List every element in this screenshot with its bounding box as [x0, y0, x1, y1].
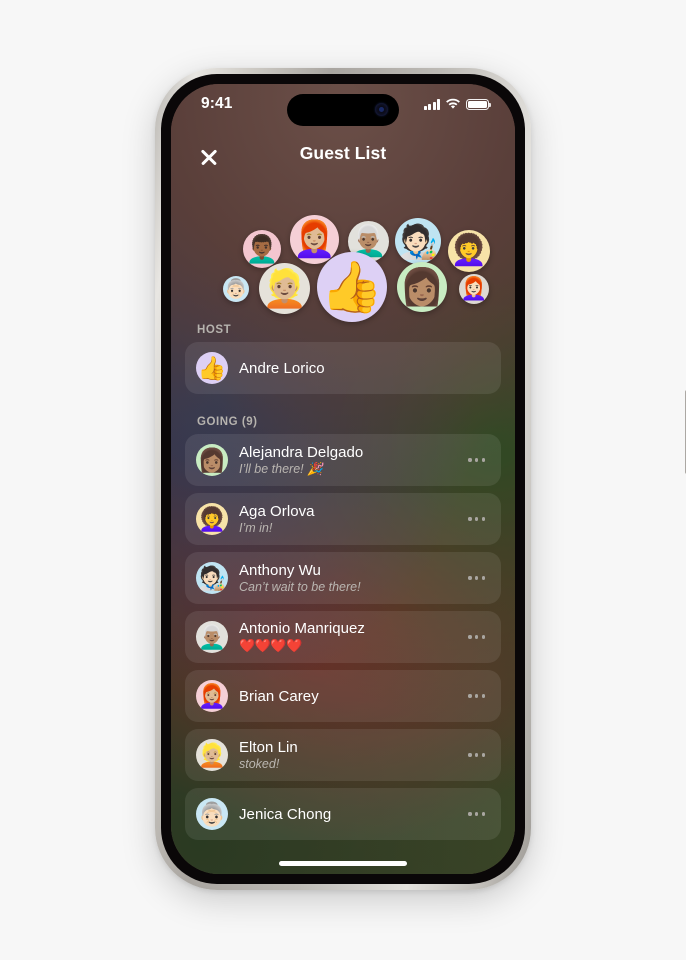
- page-title: Guest List: [299, 143, 387, 163]
- avatar: 👍: [196, 352, 228, 384]
- avatar-emoji: 👩‍🦱: [450, 234, 488, 267]
- avatar: 👩‍🦱: [196, 503, 228, 535]
- more-options-icon[interactable]: [468, 576, 485, 580]
- avatar: 👱🏼: [196, 739, 228, 771]
- guest-name: Brian Carey: [239, 687, 319, 705]
- guest-row[interactable]: 👩‍🦱 Aga Orlova I’m in!: [185, 493, 501, 545]
- avatar-cluster-1[interactable]: 👨🏾‍🦱: [243, 230, 281, 268]
- screenshot-stage: 9:41 Guest List: [0, 0, 686, 960]
- host-section-label: HOST: [197, 324, 232, 336]
- iphone-device-frame: 9:41 Guest List: [155, 68, 686, 890]
- guest-name: Aga Orlova: [239, 503, 315, 520]
- avatar-cluster-7[interactable]: 👱🏼: [259, 263, 310, 314]
- avatar-emoji: 👵🏻: [224, 278, 248, 300]
- avatar-emoji: 👩🏽: [399, 266, 445, 307]
- guest-text: Antonio Manriquez ❤️❤️❤️❤️: [239, 620, 468, 654]
- guest-text: Jenica Chong: [239, 806, 468, 823]
- avatar-cluster-10[interactable]: 👩🏻‍🦰: [459, 274, 489, 304]
- avatar: 👨🏽‍🦳: [196, 621, 228, 653]
- navigation-bar: Guest List: [171, 140, 515, 176]
- guest-rsvp-message: stoked!: [239, 757, 280, 771]
- guest-text: Elton Lin stoked!: [239, 739, 468, 771]
- more-options-icon[interactable]: [468, 753, 485, 757]
- avatar-emoji: 👨🏽‍🦳: [197, 623, 227, 650]
- guest-name: Jenica Chong: [239, 805, 332, 823]
- avatar: 👩🏼‍🦰: [196, 680, 228, 712]
- avatar-emoji: 👩‍🦱: [197, 505, 227, 532]
- more-options-icon[interactable]: [468, 694, 485, 698]
- guest-text: Aga Orlova I’m in!: [239, 503, 468, 535]
- avatar-emoji: 👩🏼‍🦰: [197, 682, 227, 709]
- guest-list-content[interactable]: HOST 👍 Andre Lorico GOING (9) 👩🏽 Alejandr…: [171, 324, 515, 874]
- avatar-emoji: 👩🏽: [197, 446, 227, 473]
- more-options-icon[interactable]: [468, 517, 485, 521]
- going-section-label: GOING (9): [197, 416, 258, 428]
- guest-rsvp-message: ❤️❤️❤️❤️: [239, 638, 302, 653]
- battery-full-icon: [466, 98, 491, 110]
- more-options-icon[interactable]: [468, 812, 485, 816]
- avatar: 🧑🏻‍🎨: [196, 562, 228, 594]
- guest-row[interactable]: 👩🏼‍🦰 Brian Carey: [185, 670, 501, 722]
- more-options-icon[interactable]: [468, 458, 485, 462]
- avatar-cluster-9[interactable]: 👩🏽: [397, 262, 447, 312]
- avatar-emoji: 🧑🏻‍🎨: [397, 222, 439, 260]
- guest-row[interactable]: 👨🏽‍🦳 Antonio Manriquez ❤️❤️❤️❤️: [185, 611, 501, 663]
- guest-row[interactable]: 🧑🏻‍🎨 Anthony Wu Can’t wait to be there!: [185, 552, 501, 604]
- guest-name: Elton Lin: [239, 739, 298, 756]
- guest-text: Anthony Wu Can’t wait to be there!: [239, 562, 468, 594]
- avatar-emoji: 👩🏻‍🦰: [460, 276, 488, 301]
- avatar-emoji: 👩🏼‍🦰: [292, 220, 337, 259]
- guest-name: Antonio Manriquez: [239, 620, 365, 637]
- guest-row[interactable]: 👵🏻 Jenica Chong: [185, 788, 501, 840]
- device-bezel: 9:41 Guest List: [161, 74, 525, 884]
- guest-row[interactable]: 👱🏼 Elton Lin stoked!: [185, 729, 501, 781]
- guest-rsvp-message: I’m in!: [239, 521, 273, 535]
- dynamic-island: [287, 94, 399, 126]
- avatar-emoji: 👱🏼: [197, 741, 227, 768]
- guest-text: Brian Carey: [239, 688, 468, 705]
- avatar-cluster-4[interactable]: 🧑🏻‍🎨: [395, 218, 441, 264]
- avatar-emoji: 👵🏻: [197, 800, 227, 827]
- host-row[interactable]: 👍 Andre Lorico: [185, 342, 501, 394]
- guest-name: Anthony Wu: [239, 562, 321, 579]
- host-name: Andre Lorico: [239, 359, 325, 377]
- host-avatar-emoji: 👍: [197, 354, 227, 381]
- avatar-emoji: 👨🏾‍🦱: [245, 233, 279, 264]
- status-bar-indicators: [424, 98, 491, 110]
- avatar: 👵🏻: [196, 798, 228, 830]
- avatar: 👩🏽: [196, 444, 228, 476]
- device-screen: 9:41 Guest List: [171, 84, 515, 874]
- avatar-emoji: 🧑🏻‍🎨: [197, 564, 227, 591]
- host-text: Andre Lorico: [239, 360, 501, 377]
- avatar-cluster-6[interactable]: 👵🏻: [223, 276, 249, 302]
- home-indicator[interactable]: [279, 861, 407, 866]
- guest-rows-container: 👩🏽 Alejandra Delgado I’ll be there! 🎉 👩‍🦱 Ag…: [171, 434, 515, 840]
- guest-name: Alejandra Delgado: [239, 443, 364, 461]
- guest-row[interactable]: 👩🏽 Alejandra Delgado I’ll be there! 🎉: [185, 434, 501, 486]
- wifi-icon: [446, 98, 460, 109]
- status-bar-time: 9:41: [201, 95, 233, 112]
- avatar-cluster: 👨🏾‍🦱 👩🏼‍🦰 👨🏽‍🦳 🧑🏻‍🎨 👩‍🦱 👵🏻 👱🏼 👍 👩🏽 👩🏻‍🦰: [171, 204, 515, 322]
- more-options-icon[interactable]: [468, 635, 485, 639]
- avatar-cluster-8[interactable]: 👍: [317, 252, 387, 322]
- front-camera-icon: [375, 103, 388, 116]
- avatar-cluster-2[interactable]: 👩🏼‍🦰: [290, 215, 339, 264]
- guest-text: Alejandra Delgado I’ll be there! 🎉: [239, 444, 468, 477]
- avatar-cluster-5[interactable]: 👩‍🦱: [448, 230, 490, 272]
- guest-rsvp-message: Can’t wait to be there!: [239, 580, 361, 594]
- avatar-emoji: 👱🏼: [261, 268, 308, 309]
- cellular-bars-icon: [424, 99, 440, 110]
- avatar-emoji: 👍: [320, 259, 384, 315]
- guest-rsvp-message: I’ll be there! 🎉: [239, 461, 323, 476]
